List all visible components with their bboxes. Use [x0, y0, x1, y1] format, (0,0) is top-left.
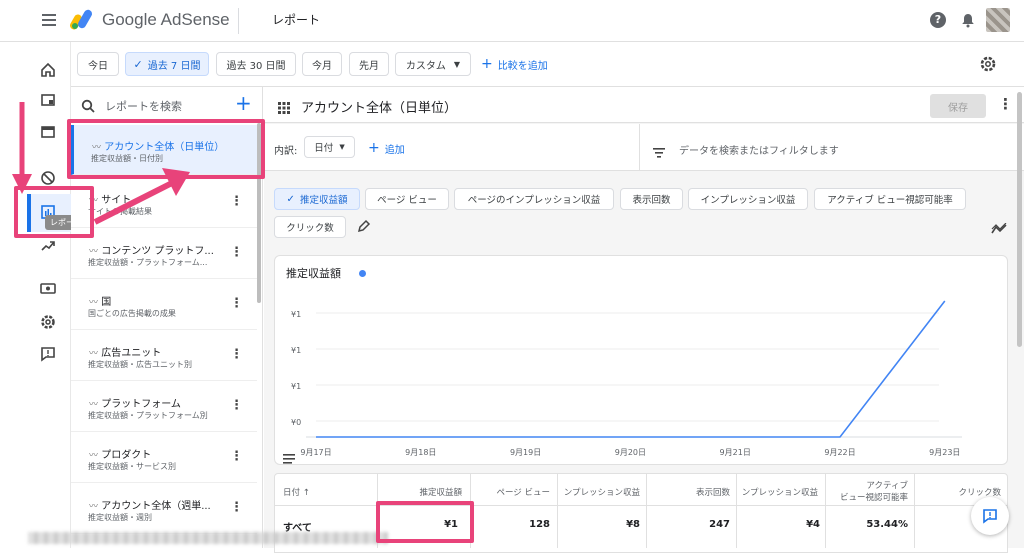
annotation-arrows: [12, 102, 190, 225]
